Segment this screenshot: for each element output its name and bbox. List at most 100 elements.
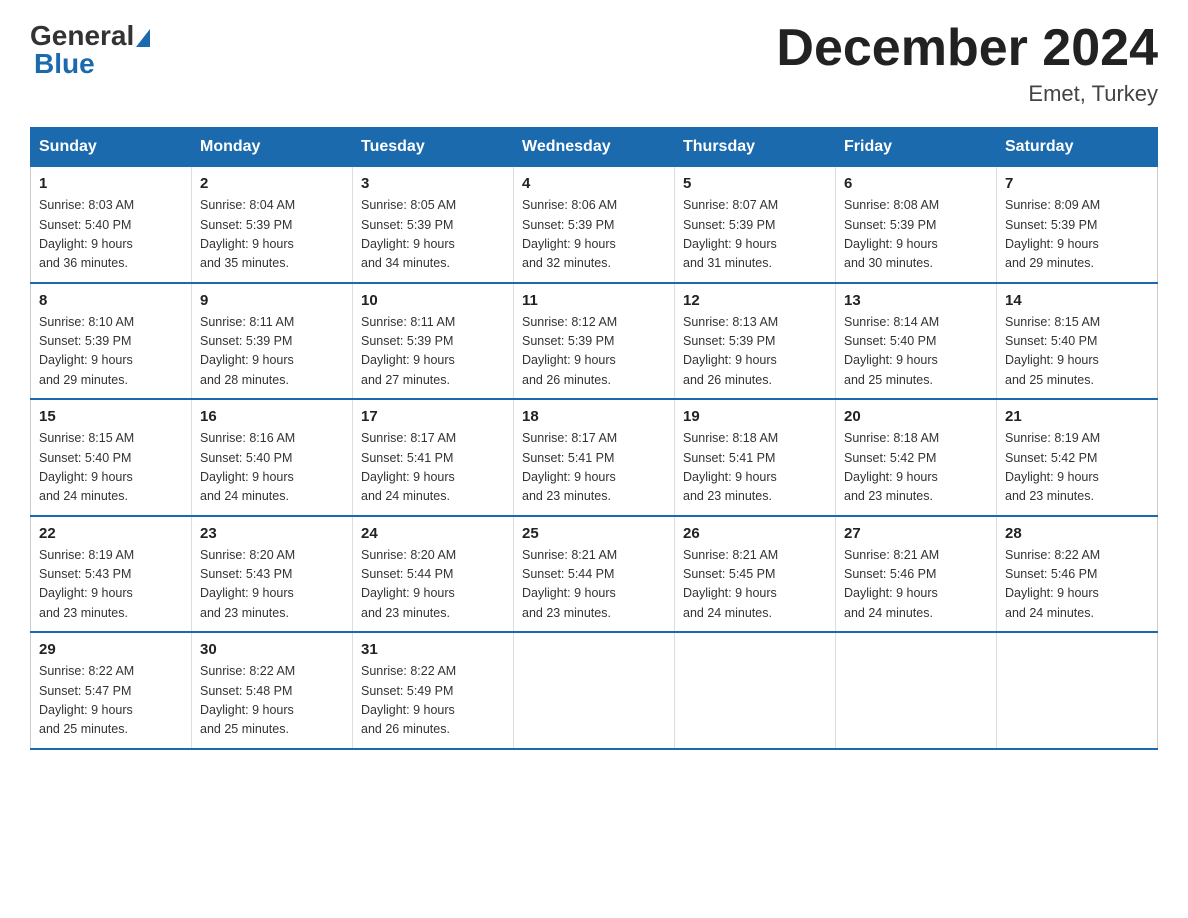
header-cell-saturday: Saturday (997, 128, 1158, 167)
day-info: Sunrise: 8:17 AM Sunset: 5:41 PM Dayligh… (361, 429, 505, 507)
day-info: Sunrise: 8:05 AM Sunset: 5:39 PM Dayligh… (361, 196, 505, 274)
day-number: 12 (683, 292, 827, 309)
day-info: Sunrise: 8:06 AM Sunset: 5:39 PM Dayligh… (522, 196, 666, 274)
day-info: Sunrise: 8:12 AM Sunset: 5:39 PM Dayligh… (522, 313, 666, 391)
header-cell-tuesday: Tuesday (353, 128, 514, 167)
day-cell: 6 Sunrise: 8:08 AM Sunset: 5:39 PM Daylig… (836, 167, 997, 283)
day-info: Sunrise: 8:22 AM Sunset: 5:49 PM Dayligh… (361, 662, 505, 740)
day-number: 26 (683, 525, 827, 542)
day-info: Sunrise: 8:17 AM Sunset: 5:41 PM Dayligh… (522, 429, 666, 507)
day-cell: 8 Sunrise: 8:10 AM Sunset: 5:39 PM Daylig… (31, 283, 192, 400)
day-info: Sunrise: 8:22 AM Sunset: 5:48 PM Dayligh… (200, 662, 344, 740)
day-info: Sunrise: 8:09 AM Sunset: 5:39 PM Dayligh… (1005, 196, 1149, 274)
day-cell: 4 Sunrise: 8:06 AM Sunset: 5:39 PM Daylig… (514, 167, 675, 283)
logo-triangle-icon (136, 29, 150, 47)
day-cell: 11Sunrise: 8:12 AM Sunset: 5:39 PM Dayli… (514, 283, 675, 400)
day-number: 14 (1005, 292, 1149, 309)
day-number: 15 (39, 408, 183, 425)
day-cell: 18Sunrise: 8:17 AM Sunset: 5:41 PM Dayli… (514, 399, 675, 516)
calendar-header: SundayMondayTuesdayWednesdayThursdayFrid… (31, 128, 1158, 167)
day-cell: 22 Sunrise: 8:19 AM Sunset: 5:43 PM Dayli… (31, 516, 192, 633)
day-number: 2 (200, 175, 344, 192)
calendar-table: SundayMondayTuesdayWednesdayThursdayFrid… (30, 127, 1158, 750)
day-cell (675, 632, 836, 749)
day-number: 27 (844, 525, 988, 542)
day-cell: 13 Sunrise: 8:14 AM Sunset: 5:40 PM Dayli… (836, 283, 997, 400)
day-info: Sunrise: 8:19 AM Sunset: 5:43 PM Dayligh… (39, 546, 183, 624)
day-info: Sunrise: 8:15 AM Sunset: 5:40 PM Dayligh… (1005, 313, 1149, 391)
day-cell: 30Sunrise: 8:22 AM Sunset: 5:48 PM Dayli… (192, 632, 353, 749)
logo: General Blue (30, 20, 152, 80)
day-info: Sunrise: 8:16 AM Sunset: 5:40 PM Dayligh… (200, 429, 344, 507)
day-cell: 1Sunrise: 8:03 AM Sunset: 5:40 PM Daylig… (31, 167, 192, 283)
week-row-4: 22 Sunrise: 8:19 AM Sunset: 5:43 PM Dayli… (31, 516, 1158, 633)
calendar-body: 1Sunrise: 8:03 AM Sunset: 5:40 PM Daylig… (31, 167, 1158, 749)
header-cell-sunday: Sunday (31, 128, 192, 167)
day-info: Sunrise: 8:21 AM Sunset: 5:46 PM Dayligh… (844, 546, 988, 624)
day-info: Sunrise: 8:04 AM Sunset: 5:39 PM Dayligh… (200, 196, 344, 274)
day-number: 28 (1005, 525, 1149, 542)
day-cell: 29Sunrise: 8:22 AM Sunset: 5:47 PM Dayli… (31, 632, 192, 749)
day-number: 13 (844, 292, 988, 309)
day-number: 3 (361, 175, 505, 192)
day-cell (997, 632, 1158, 749)
day-cell: 27 Sunrise: 8:21 AM Sunset: 5:46 PM Dayli… (836, 516, 997, 633)
day-info: Sunrise: 8:18 AM Sunset: 5:42 PM Dayligh… (844, 429, 988, 507)
day-cell: 20 Sunrise: 8:18 AM Sunset: 5:42 PM Dayli… (836, 399, 997, 516)
day-number: 25 (522, 525, 666, 542)
day-number: 16 (200, 408, 344, 425)
day-cell: 10Sunrise: 8:11 AM Sunset: 5:39 PM Dayli… (353, 283, 514, 400)
day-number: 29 (39, 641, 183, 658)
day-cell: 21 Sunrise: 8:19 AM Sunset: 5:42 PM Dayli… (997, 399, 1158, 516)
header: General Blue December 2024 Emet, Turkey (30, 20, 1158, 107)
day-info: Sunrise: 8:22 AM Sunset: 5:46 PM Dayligh… (1005, 546, 1149, 624)
header-cell-wednesday: Wednesday (514, 128, 675, 167)
day-number: 19 (683, 408, 827, 425)
title-area: December 2024 Emet, Turkey (776, 20, 1158, 107)
day-number: 8 (39, 292, 183, 309)
day-cell: 23 Sunrise: 8:20 AM Sunset: 5:43 PM Dayli… (192, 516, 353, 633)
day-number: 22 (39, 525, 183, 542)
day-info: Sunrise: 8:19 AM Sunset: 5:42 PM Dayligh… (1005, 429, 1149, 507)
day-cell: 12 Sunrise: 8:13 AM Sunset: 5:39 PM Dayli… (675, 283, 836, 400)
day-cell: 5Sunrise: 8:07 AM Sunset: 5:39 PM Daylig… (675, 167, 836, 283)
day-info: Sunrise: 8:20 AM Sunset: 5:43 PM Dayligh… (200, 546, 344, 624)
day-cell: 28 Sunrise: 8:22 AM Sunset: 5:46 PM Dayli… (997, 516, 1158, 633)
day-cell: 3 Sunrise: 8:05 AM Sunset: 5:39 PM Daylig… (353, 167, 514, 283)
day-number: 24 (361, 525, 505, 542)
day-info: Sunrise: 8:10 AM Sunset: 5:39 PM Dayligh… (39, 313, 183, 391)
day-info: Sunrise: 8:21 AM Sunset: 5:45 PM Dayligh… (683, 546, 827, 624)
day-cell: 7 Sunrise: 8:09 AM Sunset: 5:39 PM Daylig… (997, 167, 1158, 283)
day-cell: 24Sunrise: 8:20 AM Sunset: 5:44 PM Dayli… (353, 516, 514, 633)
day-info: Sunrise: 8:14 AM Sunset: 5:40 PM Dayligh… (844, 313, 988, 391)
day-info: Sunrise: 8:18 AM Sunset: 5:41 PM Dayligh… (683, 429, 827, 507)
week-row-2: 8 Sunrise: 8:10 AM Sunset: 5:39 PM Daylig… (31, 283, 1158, 400)
day-number: 31 (361, 641, 505, 658)
day-number: 10 (361, 292, 505, 309)
day-cell: 15 Sunrise: 8:15 AM Sunset: 5:40 PM Dayli… (31, 399, 192, 516)
week-row-1: 1Sunrise: 8:03 AM Sunset: 5:40 PM Daylig… (31, 167, 1158, 283)
day-info: Sunrise: 8:03 AM Sunset: 5:40 PM Dayligh… (39, 196, 183, 274)
day-info: Sunrise: 8:15 AM Sunset: 5:40 PM Dayligh… (39, 429, 183, 507)
day-cell: 26 Sunrise: 8:21 AM Sunset: 5:45 PM Dayli… (675, 516, 836, 633)
day-info: Sunrise: 8:08 AM Sunset: 5:39 PM Dayligh… (844, 196, 988, 274)
day-cell: 9Sunrise: 8:11 AM Sunset: 5:39 PM Daylig… (192, 283, 353, 400)
day-cell: 19 Sunrise: 8:18 AM Sunset: 5:41 PM Dayli… (675, 399, 836, 516)
day-number: 7 (1005, 175, 1149, 192)
day-number: 6 (844, 175, 988, 192)
week-row-5: 29Sunrise: 8:22 AM Sunset: 5:47 PM Dayli… (31, 632, 1158, 749)
day-number: 4 (522, 175, 666, 192)
day-info: Sunrise: 8:21 AM Sunset: 5:44 PM Dayligh… (522, 546, 666, 624)
day-number: 20 (844, 408, 988, 425)
day-info: Sunrise: 8:13 AM Sunset: 5:39 PM Dayligh… (683, 313, 827, 391)
day-cell (836, 632, 997, 749)
day-number: 9 (200, 292, 344, 309)
header-cell-friday: Friday (836, 128, 997, 167)
header-cell-monday: Monday (192, 128, 353, 167)
header-row: SundayMondayTuesdayWednesdayThursdayFrid… (31, 128, 1158, 167)
calendar-title: December 2024 (776, 20, 1158, 77)
day-number: 23 (200, 525, 344, 542)
day-info: Sunrise: 8:07 AM Sunset: 5:39 PM Dayligh… (683, 196, 827, 274)
logo-blue: Blue (34, 48, 95, 79)
day-number: 21 (1005, 408, 1149, 425)
